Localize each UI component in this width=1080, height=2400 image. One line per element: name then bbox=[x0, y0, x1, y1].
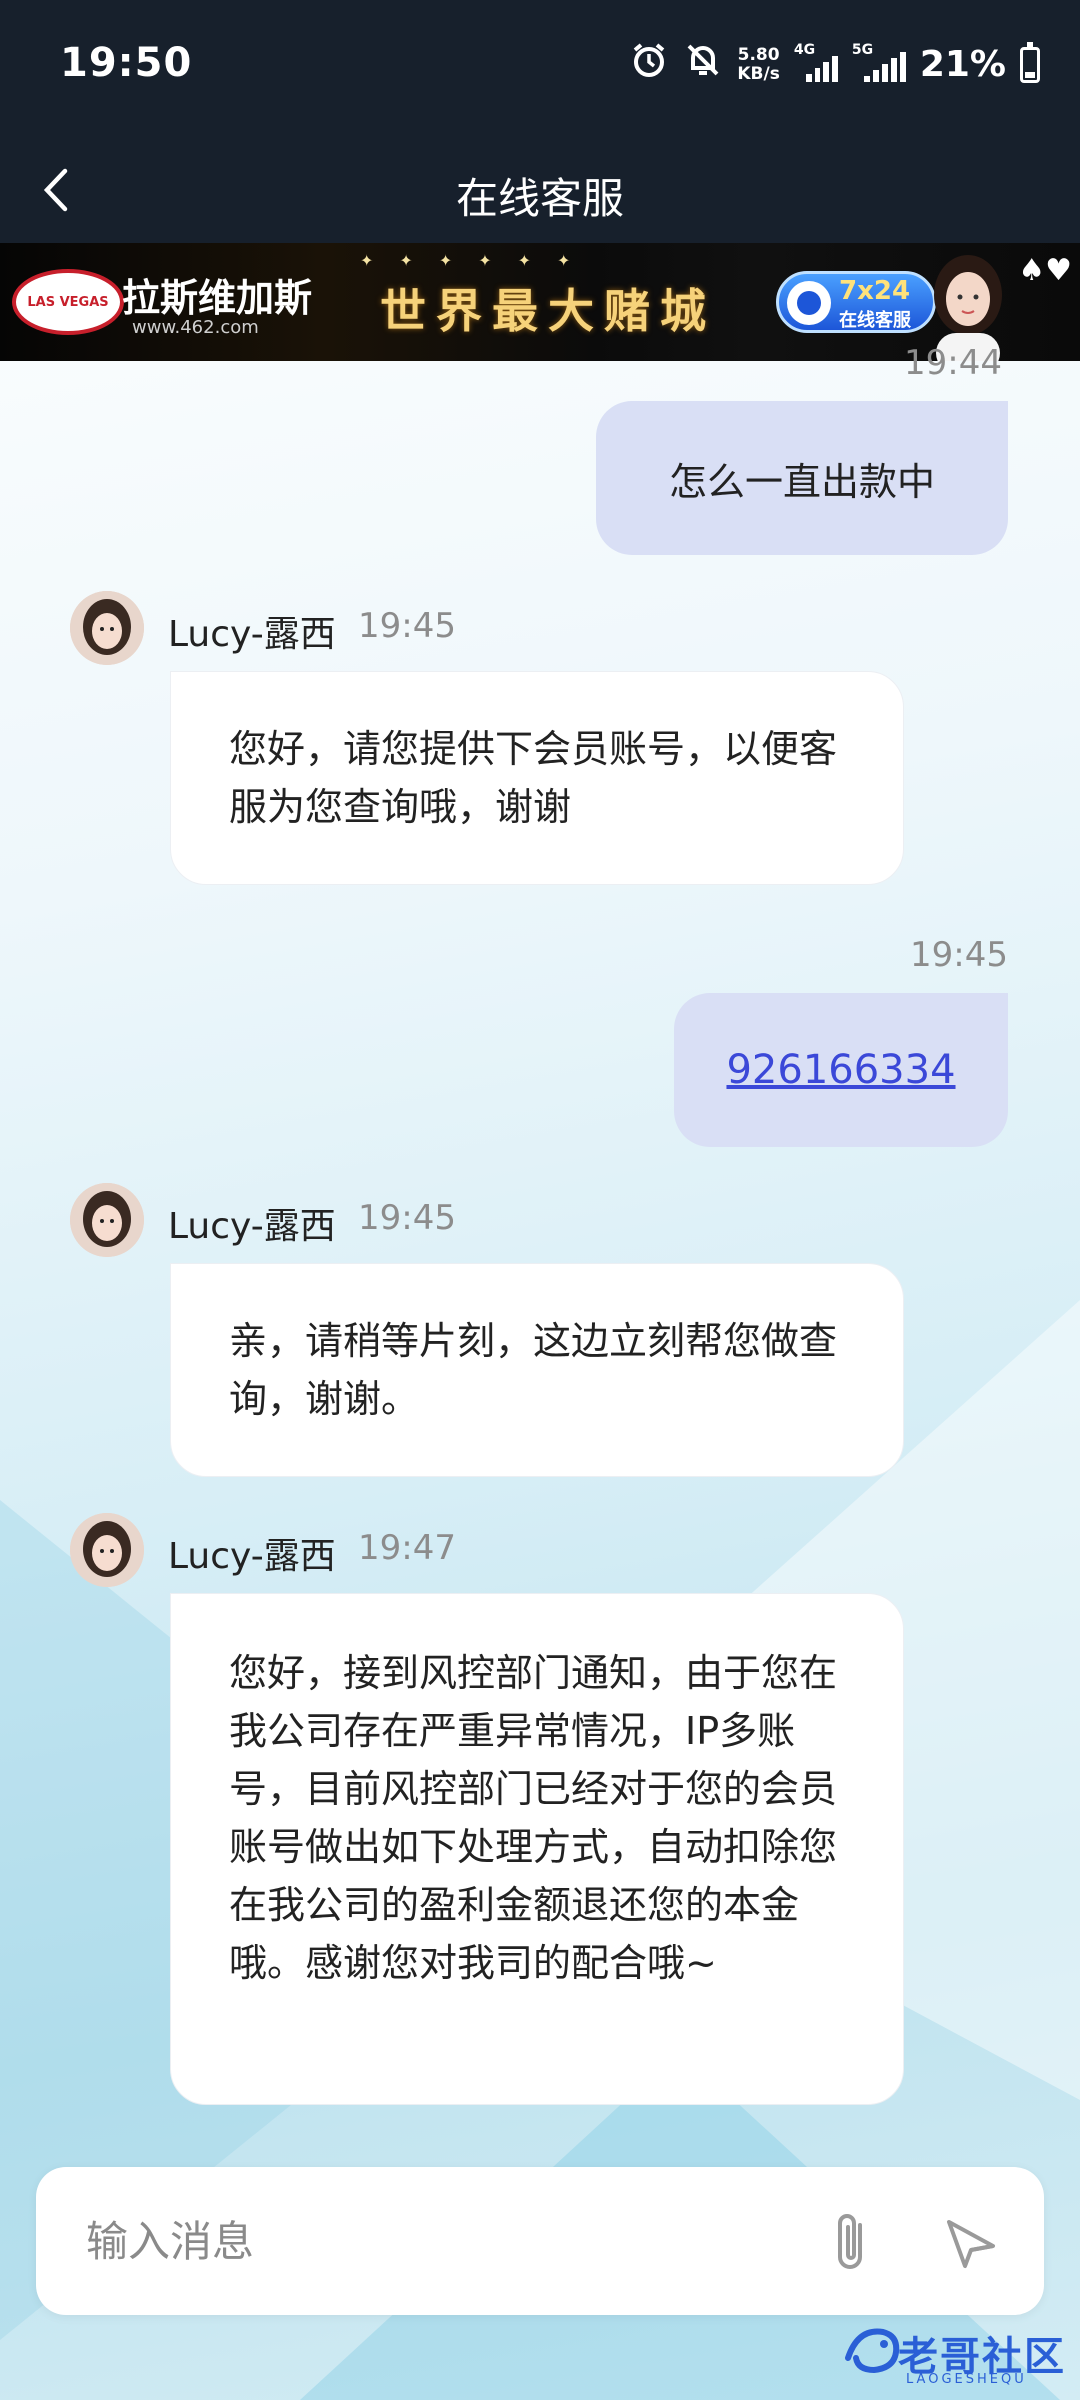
banner-url: www.462.com bbox=[132, 317, 259, 338]
agent-avatar[interactable] bbox=[70, 591, 144, 665]
watermark-subtext: LAOGESHEQU bbox=[906, 2372, 1027, 2387]
send-icon bbox=[947, 2220, 995, 2268]
alarm-icon bbox=[629, 40, 669, 89]
sim1-label: 4G bbox=[793, 41, 816, 58]
mute-bell-icon bbox=[683, 40, 723, 89]
page-title: 在线客服 bbox=[455, 174, 624, 223]
agent-name: Lucy-露西 bbox=[168, 1536, 336, 1577]
cs-badge-line2: 在线客服 bbox=[839, 310, 911, 331]
battery-icon bbox=[1020, 41, 1040, 83]
agent-message-bubble: 您好，请您提供下会员账号，以便客服为您查询哦，谢谢 bbox=[170, 671, 904, 885]
signal-icon-sim1: 4G bbox=[794, 42, 838, 82]
playing-cards-decoration: ♠♥ bbox=[1018, 253, 1072, 288]
attach-button[interactable] bbox=[816, 2207, 886, 2277]
agent-message-bubble: 亲，请稍等片刻，这边立刻帮您做查询，谢谢。 bbox=[170, 1263, 904, 1477]
network-speed: 5.80 KB/s bbox=[737, 44, 780, 84]
message-timestamp: 19:44 bbox=[904, 343, 1002, 383]
status-time: 19:50 bbox=[60, 40, 193, 86]
status-bar: 19:50 5.80 KB/s 4G 5G 21% bbox=[0, 0, 1080, 135]
send-button[interactable] bbox=[936, 2207, 1006, 2277]
account-number-link[interactable]: 926166334 bbox=[726, 1047, 955, 1093]
battery-percent: 21% bbox=[919, 44, 1006, 85]
headset-icon bbox=[787, 281, 831, 325]
cs-badge-line1: 7x24 bbox=[839, 276, 911, 306]
agent-name: Lucy-露西 bbox=[168, 1206, 336, 1247]
message-timestamp: 19:45 bbox=[358, 606, 456, 646]
message-text: 亲，请稍等片刻，这边立刻帮您做查询，谢谢。 bbox=[229, 1319, 838, 1421]
agent-avatar-image bbox=[70, 1513, 144, 1587]
chat-area[interactable]: 19:44 怎么一直出款中 Lucy-露西 19:45 您好，请您提供下会员账号… bbox=[0, 343, 1080, 2161]
message-timestamp: 19:45 bbox=[358, 1198, 456, 1238]
agent-message-bubble: 您好，接到风控部门通知，由于您在我公司存在严重异常情况，IP多账号，目前风控部门… bbox=[170, 1593, 904, 2105]
banner-brand: 拉斯维加斯 bbox=[122, 275, 313, 320]
message-timestamp: 19:45 bbox=[910, 935, 1008, 975]
message-timestamp: 19:47 bbox=[358, 1528, 456, 1568]
agent-name: Lucy-露西 bbox=[168, 614, 336, 655]
message-text: 怎么一直出款中 bbox=[668, 459, 935, 504]
signal-icon-sim2: 5G bbox=[852, 42, 906, 82]
agent-avatar[interactable] bbox=[70, 1183, 144, 1257]
message-text: 您好，接到风控部门通知，由于您在我公司存在严重异常情况，IP多账号，目前风控部门… bbox=[229, 1651, 838, 1985]
network-speed-unit: KB/s bbox=[737, 63, 780, 84]
banner-slogan: 世界最大赌城 bbox=[380, 284, 716, 338]
message-text: 您好，请您提供下会员账号，以便客服为您查询哦，谢谢 bbox=[229, 727, 838, 829]
watermark-logo: 老哥社区 LAOGESHEQU bbox=[838, 2318, 1074, 2394]
customer-service-badge: 7x24 在线客服 bbox=[776, 271, 936, 333]
sparkle-decoration: ✦✦✦✦✦✦ bbox=[360, 251, 597, 270]
status-icons: 5.80 KB/s 4G 5G 21% bbox=[629, 40, 1040, 89]
message-input[interactable] bbox=[86, 2209, 786, 2273]
sign-text: LAS VEGAS bbox=[27, 294, 109, 310]
agent-avatar[interactable] bbox=[70, 1513, 144, 1587]
network-speed-value: 5.80 bbox=[737, 44, 780, 65]
user-message-bubble: 926166334 bbox=[674, 993, 1008, 1147]
user-message-bubble: 怎么一直出款中 bbox=[596, 401, 1008, 555]
paperclip-icon bbox=[838, 2214, 862, 2269]
sim2-label: 5G bbox=[851, 41, 874, 58]
app-header: 在线客服 bbox=[0, 135, 1080, 243]
agent-avatar-image bbox=[70, 591, 144, 665]
message-input-bar bbox=[36, 2167, 1044, 2315]
agent-avatar-image bbox=[70, 1183, 144, 1257]
las-vegas-sign-logo: LAS VEGAS bbox=[12, 269, 124, 335]
